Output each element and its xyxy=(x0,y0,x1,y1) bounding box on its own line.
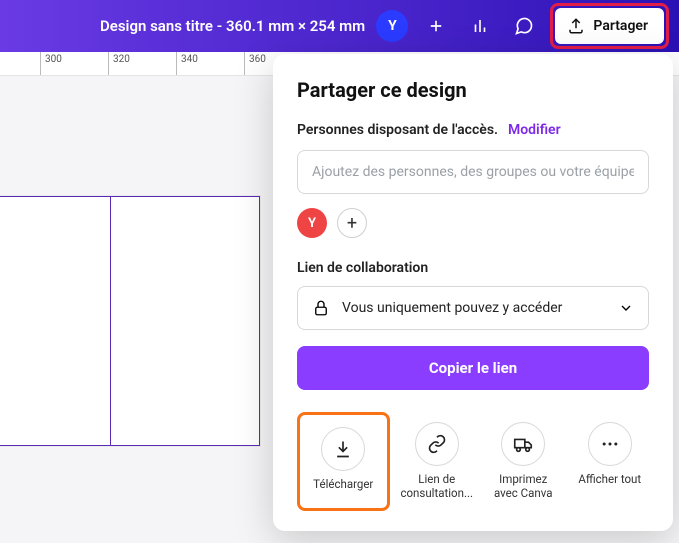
share-button-label: Partager xyxy=(593,18,648,34)
truck-icon xyxy=(512,433,534,455)
more-icon xyxy=(600,434,620,454)
lock-icon xyxy=(312,299,330,317)
analytics-button[interactable] xyxy=(462,8,498,44)
people-avatars: Y + xyxy=(297,208,649,238)
access-label: Personnes disposant de l'accès. xyxy=(297,122,498,138)
canvas-page[interactable] xyxy=(0,196,260,446)
document-title: Design sans titre - 360.1 mm × 254 mm xyxy=(14,17,368,35)
link-access-dropdown[interactable]: Vous uniquement pouvez y accéder xyxy=(297,286,649,330)
link-access-value: Vous uniquement pouvez y accéder xyxy=(342,300,606,316)
show-all-action[interactable]: Afficher tout xyxy=(571,412,650,511)
comment-button[interactable] xyxy=(506,8,542,44)
add-people-input[interactable] xyxy=(297,150,649,194)
top-bar: Design sans titre - 360.1 mm × 254 mm Y … xyxy=(0,0,679,52)
share-button-highlight: Partager xyxy=(550,3,669,49)
page-guide-line xyxy=(110,197,111,445)
owner-avatar[interactable]: Y xyxy=(297,208,327,238)
download-action-label: Télécharger xyxy=(313,477,373,491)
upload-icon xyxy=(567,17,585,35)
chevron-down-icon xyxy=(618,300,634,316)
collaboration-section-label: Lien de collaboration xyxy=(297,260,649,276)
add-button[interactable] xyxy=(418,8,454,44)
modify-access-link[interactable]: Modifier xyxy=(508,122,561,138)
plus-icon xyxy=(427,17,445,35)
bar-chart-icon xyxy=(471,17,489,35)
print-action[interactable]: Imprimez avec Canva xyxy=(484,412,563,511)
user-avatar[interactable]: Y xyxy=(376,10,408,42)
view-link-action[interactable]: Lien de consultation... xyxy=(398,412,477,511)
share-button[interactable]: Partager xyxy=(555,8,664,44)
copy-link-button[interactable]: Copier le lien xyxy=(297,346,649,390)
share-actions-grid: Télécharger Lien de consultation... Impr… xyxy=(297,412,649,511)
print-action-label: Imprimez avec Canva xyxy=(486,472,561,501)
download-icon xyxy=(333,439,353,459)
comment-icon xyxy=(514,16,534,36)
show-all-action-label: Afficher tout xyxy=(578,472,641,486)
share-panel: Partager ce design Personnes disposant d… xyxy=(273,54,673,531)
view-link-action-label: Lien de consultation... xyxy=(400,472,475,501)
add-person-button[interactable]: + xyxy=(337,208,367,238)
download-action[interactable]: Télécharger xyxy=(297,412,390,511)
access-row: Personnes disposant de l'accès. Modifier xyxy=(297,122,649,138)
share-panel-title: Partager ce design xyxy=(297,78,649,102)
link-icon xyxy=(427,434,447,454)
